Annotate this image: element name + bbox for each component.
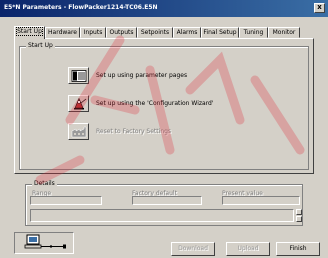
spin-up-button[interactable] <box>296 209 302 215</box>
start-up-group: Start Up Set up using parameter pages Se… <box>19 42 309 170</box>
tab-alarms[interactable]: Alarms <box>173 27 201 38</box>
parameter-pages-button[interactable] <box>68 67 89 84</box>
tab-setpoints[interactable]: Setpoints <box>137 27 173 38</box>
tab-monitor[interactable]: Monitor <box>268 27 300 38</box>
tab-outputs[interactable]: Outputs <box>106 27 137 38</box>
factory-default-field <box>132 196 202 205</box>
tab-start-up[interactable]: Start Up <box>14 26 45 39</box>
details-group: Details Range Factory default Present va… <box>25 180 303 226</box>
tab-tuning[interactable]: Tuning <box>239 27 268 38</box>
connection-status <box>14 232 74 254</box>
close-button[interactable]: x <box>314 3 325 13</box>
download-button[interactable]: Download <box>171 242 215 256</box>
configuration-wizard-button[interactable] <box>68 95 89 112</box>
configuration-wizard-label[interactable]: Set up using the 'Configuration Wizard' <box>96 100 214 107</box>
title-bar[interactable]: E5*N Parameters - FlowPacker1214-TC06.E5… <box>0 0 328 17</box>
start-up-group-label: Start Up <box>26 42 55 49</box>
parameter-pages-label[interactable]: Set up using parameter pages <box>96 72 187 79</box>
factory-reset-button[interactable] <box>68 123 89 140</box>
start-up-panel: Start Up Set up using parameter pages Se… <box>14 38 314 174</box>
tab-final-setup[interactable]: Final Setup <box>201 27 239 38</box>
parameters-window: E5*N Parameters - FlowPacker1214-TC06.E5… <box>0 0 328 258</box>
present-value-field <box>222 196 300 205</box>
details-group-label: Details <box>32 180 57 187</box>
details-description <box>30 209 294 222</box>
finish-button[interactable]: Finish <box>276 242 320 256</box>
window-title: E5*N Parameters - FlowPacker1214-TC06.E5… <box>4 4 158 11</box>
tab-hardware[interactable]: Hardware <box>45 27 80 38</box>
upload-button[interactable]: Upload <box>226 242 270 256</box>
tab-inputs[interactable]: Inputs <box>80 27 106 38</box>
spin-down-button[interactable] <box>296 216 302 222</box>
range-field <box>30 196 102 205</box>
factory-reset-label[interactable]: Reset to Factory Settings <box>96 128 171 135</box>
